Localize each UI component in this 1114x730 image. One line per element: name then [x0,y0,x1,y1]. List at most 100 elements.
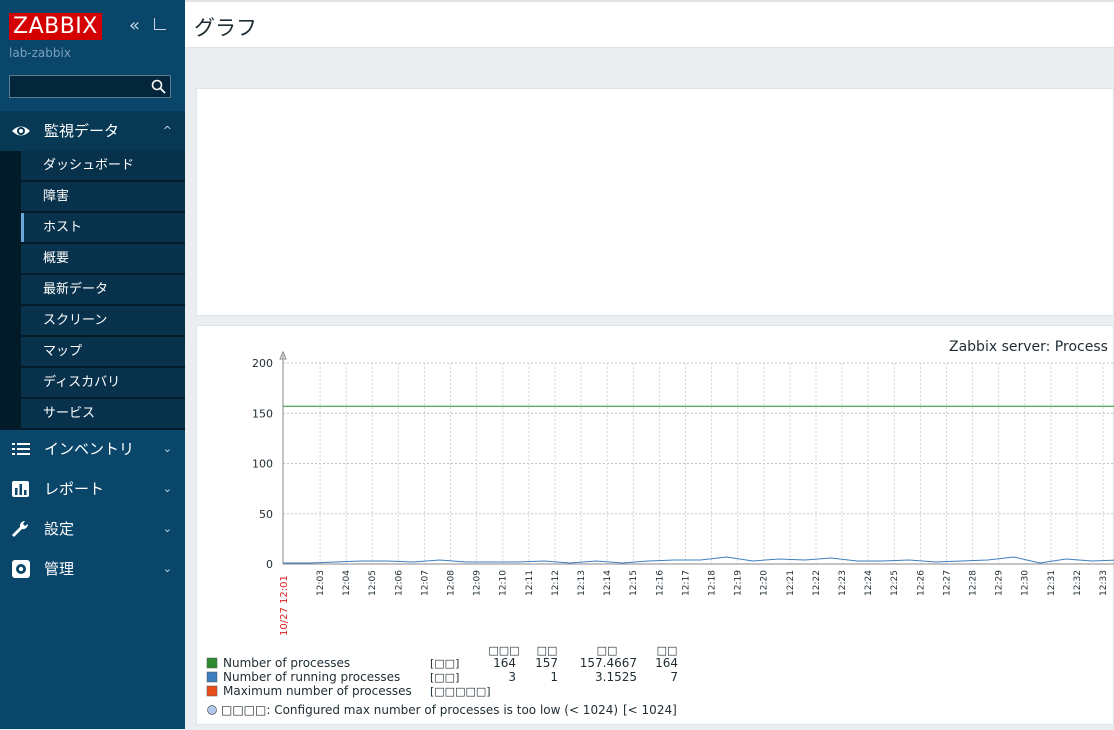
trigger-marker-icon [207,705,217,715]
page-header: グラフ [185,0,1114,48]
x-tick-label: 12:07 [420,570,430,596]
y-tick-label: 100 [252,458,273,471]
x-tick-label: 12:10 [499,570,509,596]
legend-item-func: [□□□□□] [430,685,491,698]
submenu-problems[interactable]: 障害 [21,182,185,212]
bar-chart-icon [12,481,29,497]
legend-item-value: 157 [535,656,558,670]
search-input[interactable] [9,75,171,98]
menu-reports[interactable]: レポート ⌄ [0,469,185,509]
legend-item-value: 7 [670,670,678,684]
menu-monitoring-label: 監視データ [44,122,120,140]
x-tick-label: 12:31 [1047,570,1057,596]
x-tick-label: 12:22 [812,570,822,596]
x-tick-label: 12:26 [916,570,926,596]
search-icon[interactable] [151,79,166,94]
blank-panel [196,88,1114,316]
legend-item-name: Maximum number of processes [223,684,412,698]
submenu-hosts[interactable]: ホスト [21,213,185,243]
x-tick-label: 12:05 [368,570,378,596]
submenu-maps[interactable]: マップ [21,337,185,367]
gear-icon [12,560,30,578]
legend-item-value: 3 [508,670,516,684]
graph-title: Zabbix server: Process [949,339,1108,355]
x-tick-label: 12:17 [681,570,691,596]
submenu-overview[interactable]: 概要 [21,244,185,274]
x-tick-label: 12:12 [551,570,561,596]
legend-item-name: Number of running processes [223,670,400,684]
x-tick-label: 12:08 [447,570,457,596]
list-icon [12,443,30,455]
legend-item-func: [□□] [430,671,459,684]
legend-swatch [206,671,218,683]
submenu-dashboard[interactable]: ダッシュボード [21,151,185,181]
legend-item-value: 164 [655,656,678,670]
x-tick-label: 12:14 [603,570,613,596]
y-tick-label: 50 [259,508,273,521]
legend-item-value: 157.4667 [580,656,637,670]
eye-icon [12,126,30,136]
x-tick-label: 12:28 [969,570,979,596]
legend-swatch [206,657,218,669]
y-tick-label: 150 [252,407,273,420]
graph-panel: Zabbix server: Process 0 50 100 150 200 10/2… [196,325,1114,725]
legend-item-func: [□□] [430,657,459,670]
legend-item-value: 164 [493,656,516,670]
monitoring-submenu: ダッシュボード 障害 ホスト 概要 最新データ スクリーン マップ ディスカバリ… [0,151,185,430]
menu-administration[interactable]: 管理 ⌄ [0,549,185,589]
x-tick-label: 12:04 [342,570,352,596]
legend-item-value: 1 [550,670,558,684]
chevron-down-icon: ⌄ [162,442,172,455]
x-tick-label: 12:19 [734,570,744,596]
menu-monitoring[interactable]: 監視データ ^ [0,111,185,151]
x-tick-label: 12:13 [577,570,587,596]
page-title: グラフ [194,16,257,40]
x-tick-label: 12:06 [394,570,404,596]
x-tick-label: 12:11 [525,570,535,596]
submenu-latest-data[interactable]: 最新データ [21,275,185,305]
chevron-down-icon: ⌄ [162,482,172,495]
menu-configuration-label: 設定 [44,520,75,538]
collapse-sidebar-icon[interactable]: « [129,16,140,36]
submenu-services[interactable]: サービス [21,399,185,429]
chevron-up-icon: ^ [162,124,172,137]
chevron-down-icon: ⌄ [162,562,172,575]
y-tick-label: 200 [252,357,273,370]
submenu-discovery[interactable]: ディスカバリ [21,368,185,398]
y-tick-label: 0 [266,558,273,571]
x-tick-label: 12:23 [838,570,848,596]
chevron-down-icon: ⌄ [162,522,172,535]
menu-inventory[interactable]: インベントリ ⌄ [0,429,185,469]
x-tick-label: 12:18 [708,570,718,596]
x-tick-label: 12:24 [864,570,874,596]
x-tick-label: 12:21 [786,570,796,596]
menu-configuration[interactable]: 設定 ⌄ [0,509,185,549]
x-tick-label: 12:32 [1073,570,1083,596]
x-start-label: 10/27 12:01 [279,575,290,636]
server-name: lab-zabbix [9,46,71,60]
menu-inventory-label: インベントリ [44,440,135,458]
sidebar: ZABBIX « lab-zabbix 監視データ ^ ダッシュボード 障害 ホ… [0,0,185,729]
trigger-value: [< 1024] [623,703,677,717]
wrench-icon [12,520,29,537]
zabbix-logo[interactable]: ZABBIX [9,13,102,40]
trigger-label: □□□□: Configured max number of processes… [221,703,618,717]
x-tick-label: 12:30 [1021,570,1031,596]
x-tick-label: 12:33 [1099,570,1109,596]
x-tick-label: 12:29 [995,570,1005,596]
x-tick-label: 12:03 [316,570,326,596]
x-tick-label: 12:09 [473,570,483,596]
legend-item-name: Number of processes [223,656,350,670]
menu-administration-label: 管理 [44,560,75,578]
process-graph: Zabbix server: Process 0 50 100 150 200 10/2… [206,339,1114,717]
kiosk-mode-icon[interactable] [154,18,166,30]
x-tick-label: 12:16 [655,570,665,596]
x-tick-label: 12:27 [942,570,952,596]
legend-item-value: 3.1525 [595,670,637,684]
x-tick-label: 12:20 [760,570,770,596]
series-line-1 [283,556,1114,564]
submenu-screens[interactable]: スクリーン [21,306,185,336]
menu-reports-label: レポート [44,480,105,498]
x-tick-label: 12:25 [890,570,900,596]
x-tick-label: 12:15 [629,570,639,596]
